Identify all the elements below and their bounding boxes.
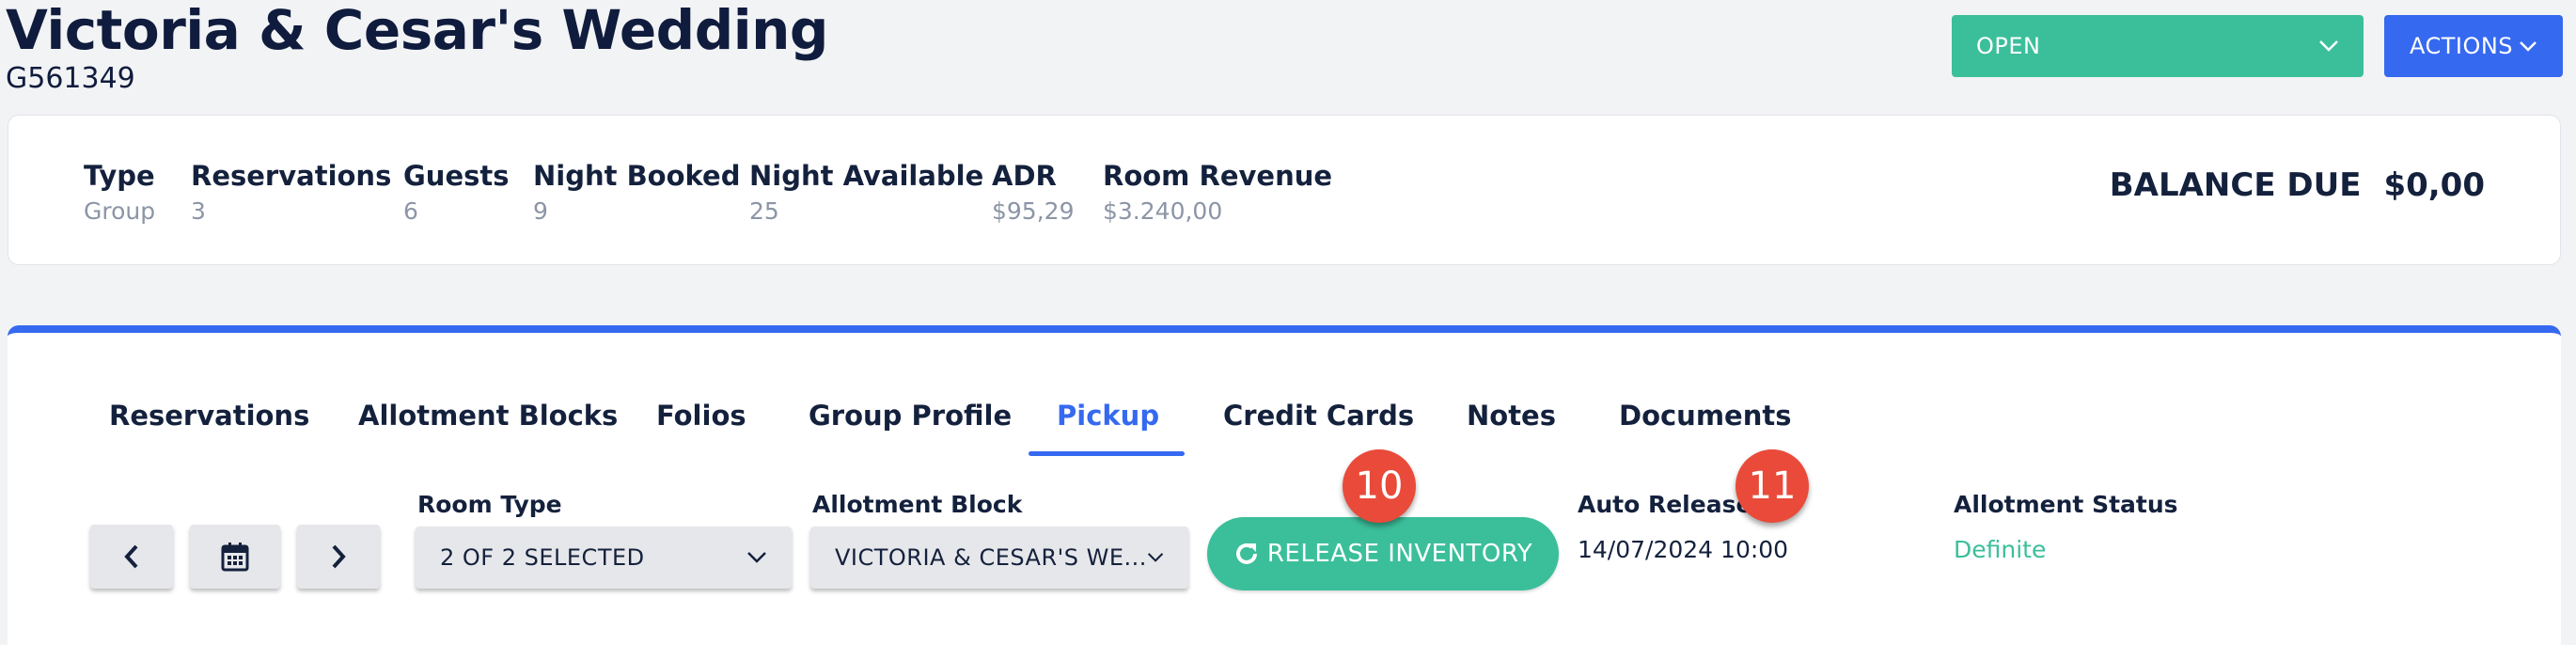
actions-label: ACTIONS	[2409, 33, 2514, 59]
chevron-down-icon	[2319, 40, 2338, 52]
auto-release-value: 14/07/2024 10:00	[1578, 536, 1789, 563]
calendar-icon	[221, 543, 249, 572]
stat-night-booked: Night Booked 9	[533, 157, 740, 228]
annotation-badge: 11	[1736, 449, 1809, 523]
stat-guests: Guests 6	[403, 157, 510, 228]
stat-value: 3	[191, 197, 206, 225]
next-date-button[interactable]	[297, 525, 380, 589]
allotment-block-label: Allotment Block	[812, 491, 1023, 518]
actions-button[interactable]: ACTIONS	[2384, 15, 2563, 77]
room-type-select[interactable]: 2 OF 2 SELECTED	[416, 527, 792, 589]
previous-date-button[interactable]	[90, 525, 173, 589]
stat-label: Room Revenue	[1103, 160, 1333, 192]
balance-value: $0,00	[2383, 166, 2485, 204]
annotation-badge: 10	[1343, 449, 1416, 523]
stat-value: Group	[84, 197, 156, 225]
stat-label: Night Available	[749, 160, 984, 192]
stat-reservations: Reservations 3	[191, 157, 391, 228]
allotment-block-value: VICTORIA & CESAR'S WE...	[835, 544, 1147, 571]
allotment-status-label: Allotment Status	[1954, 491, 2178, 518]
stat-room-revenue: Room Revenue $3.240,00	[1103, 157, 1332, 228]
room-type-value: 2 OF 2 SELECTED	[440, 544, 645, 571]
chevron-down-icon	[1147, 553, 1164, 562]
tab-pickup[interactable]: Pickup	[1057, 397, 1159, 434]
tab-folios[interactable]: Folios	[656, 397, 746, 434]
tab-notes[interactable]: Notes	[1467, 397, 1556, 434]
stat-label: Night Booked	[533, 160, 741, 192]
group-code: G561349	[6, 62, 135, 95]
stat-value: 25	[749, 197, 779, 225]
allotment-status-value: Definite	[1954, 536, 2047, 563]
stat-value: $3.240,00	[1103, 197, 1223, 225]
auto-release-label: Auto Release	[1578, 491, 1752, 518]
chevron-right-icon	[332, 544, 346, 569]
room-type-label: Room Type	[417, 491, 562, 518]
group-detail-panel: Reservations Allotment Blocks Folios Gro…	[8, 325, 2561, 645]
chevron-down-icon	[747, 552, 766, 563]
stat-type: Type Group	[84, 157, 155, 228]
tab-credit-cards[interactable]: Credit Cards	[1223, 397, 1414, 434]
allotment-block-select[interactable]: VICTORIA & CESAR'S WE...	[810, 527, 1188, 589]
balance-label: BALANCE DUE	[2109, 166, 2362, 204]
release-inventory-label: RELEASE INVENTORY	[1266, 540, 1533, 568]
tab-reservations[interactable]: Reservations	[109, 397, 309, 434]
balance-due: BALANCE DUE $0,00	[2110, 166, 2485, 204]
chevron-down-icon	[2520, 41, 2537, 52]
stat-label: Guests	[403, 160, 510, 192]
stat-value: 6	[403, 197, 418, 225]
stat-label: ADR	[992, 160, 1057, 192]
status-value: OPEN	[1976, 33, 2041, 59]
tab-group-profile[interactable]: Group Profile	[809, 397, 1012, 434]
release-inventory-button[interactable]: RELEASE INVENTORY	[1207, 517, 1559, 590]
page-title: Victoria & Cesar's Wedding	[6, 0, 828, 62]
active-tab-indicator	[1029, 451, 1185, 456]
calendar-button[interactable]	[190, 525, 280, 589]
stat-adr: ADR $95,29	[992, 157, 1074, 228]
stat-label: Type	[84, 160, 155, 192]
stat-night-available: Night Available 25	[749, 157, 983, 228]
chevron-left-icon	[124, 544, 138, 569]
tab-allotment-blocks[interactable]: Allotment Blocks	[358, 397, 618, 434]
stat-label: Reservations	[191, 160, 392, 192]
refresh-icon	[1235, 543, 1257, 564]
summary-card: Type Group Reservations 3 Guests 6 Night…	[8, 115, 2561, 265]
tab-documents[interactable]: Documents	[1619, 397, 1792, 434]
stat-value: 9	[533, 197, 548, 225]
stat-value: $95,29	[992, 197, 1075, 225]
status-dropdown[interactable]: OPEN	[1952, 15, 2364, 77]
